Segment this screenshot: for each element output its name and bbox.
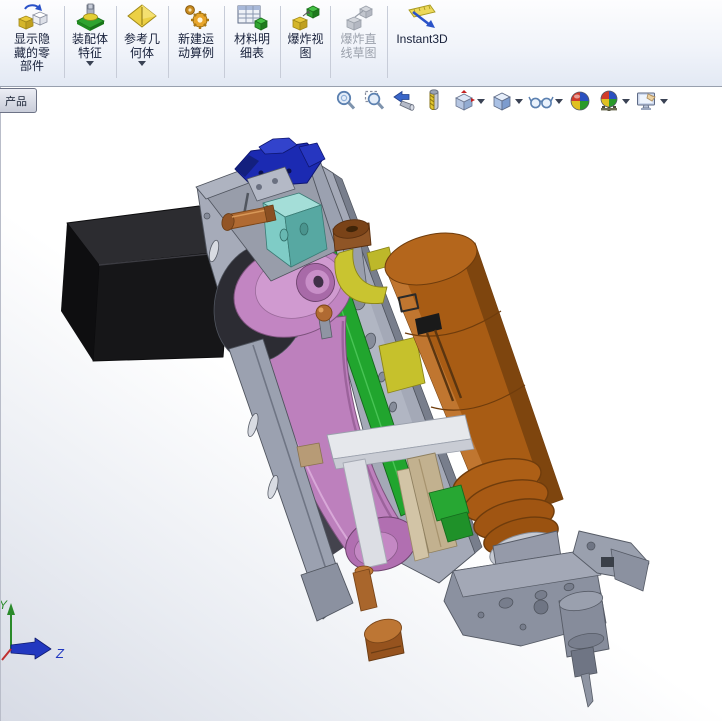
- bill-of-materials-icon: [235, 2, 269, 32]
- button-label: 参考几 何体: [123, 32, 160, 60]
- show-hide-components-button[interactable]: 显示隐 藏的零 部件: [2, 1, 62, 85]
- dropdown-arrow-icon: [555, 98, 563, 104]
- button-label: 爆炸直 线草图: [340, 32, 377, 60]
- explode-line-sketch-button: 爆炸直 线草图: [332, 1, 385, 85]
- previous-view-icon: [393, 90, 415, 111]
- view-settings-button[interactable]: [635, 89, 668, 113]
- headsup-view-toolbar: [334, 89, 668, 113]
- edit-appearance-icon: [570, 91, 590, 111]
- zoom-to-fit-button[interactable]: [334, 89, 358, 113]
- assembly-model[interactable]: Y Z: [1, 87, 722, 721]
- toolbar-separator: [64, 6, 65, 78]
- hide-show-items-button[interactable]: [528, 89, 563, 113]
- dropdown-arrow-icon: [622, 98, 630, 104]
- part-drill-chuck[interactable]: [533, 588, 610, 708]
- dropdown-arrow-icon: [515, 98, 523, 104]
- assembly-features-icon: [73, 2, 107, 32]
- reference-geometry-icon: [125, 2, 159, 32]
- zoom-to-area-icon: [364, 90, 385, 110]
- drill-bit: [580, 672, 594, 708]
- toolbar-separator: [116, 6, 117, 78]
- view-orientation-icon: [455, 90, 475, 111]
- assembly-features-button[interactable]: 装配体 特征: [66, 1, 114, 85]
- triad-y-label: Y: [1, 598, 8, 612]
- dropdown-arrow-icon[interactable]: [138, 61, 146, 66]
- section-view-button[interactable]: [423, 89, 447, 113]
- display-style-button[interactable]: [490, 89, 523, 113]
- part-copper-bolt[interactable]: [352, 565, 405, 662]
- toolbar-separator: [330, 6, 331, 78]
- triad-z-label: Z: [55, 646, 65, 661]
- new-motion-study-button[interactable]: 新建运 动算例: [170, 1, 222, 85]
- instant3d-button[interactable]: Instant3D: [389, 1, 455, 85]
- button-label: 装配体 特征: [71, 32, 108, 60]
- explode-line-sketch-icon: [342, 2, 376, 32]
- previous-view-button[interactable]: [392, 89, 418, 113]
- command-bar: 显示隐 藏的零 部件 装配体 特征 参考几 何体 新建运 动算例 材料明 细表 …: [0, 0, 722, 87]
- document-tab[interactable]: 产品: [0, 88, 37, 113]
- graphics-viewport[interactable]: Y Z: [0, 87, 722, 721]
- toolbar-separator: [387, 6, 388, 78]
- apply-scene-button[interactable]: [597, 89, 630, 113]
- solidworks-window: 显示隐 藏的零 部件 装配体 特征 参考几 何体 新建运 动算例 材料明 细表 …: [0, 0, 722, 721]
- zoom-to-fit-icon: [336, 90, 356, 110]
- button-label: 爆炸视 图: [287, 32, 324, 60]
- zoom-to-area-button[interactable]: [363, 89, 387, 113]
- exploded-view-button[interactable]: 爆炸视 图: [282, 1, 329, 85]
- new-motion-study-icon: [179, 2, 213, 32]
- view-orientation-button[interactable]: [452, 89, 485, 113]
- exploded-view-icon: [289, 2, 323, 32]
- view-settings-icon: [637, 92, 656, 110]
- button-label: 显示隐 藏的零 部件: [13, 32, 50, 73]
- display-style-icon: [493, 92, 511, 111]
- dropdown-arrow-icon[interactable]: [86, 61, 94, 66]
- hide-show-items-icon: [528, 96, 554, 109]
- toolbar-separator: [224, 6, 225, 78]
- edit-appearance-button[interactable]: [568, 89, 592, 113]
- dropdown-arrow-icon: [477, 98, 485, 104]
- button-label: 新建运 动算例: [177, 32, 214, 60]
- toolbar-separator: [280, 6, 281, 78]
- button-label: Instant3D: [396, 32, 448, 46]
- button-label: 材料明 细表: [233, 32, 270, 60]
- orientation-triad: Y Z: [1, 598, 65, 661]
- bill-of-materials-button[interactable]: 材料明 细表: [226, 1, 278, 85]
- dropdown-arrow-icon: [660, 98, 668, 104]
- document-tab-label: 产品: [5, 95, 27, 108]
- toolbar-separator: [168, 6, 169, 78]
- section-view-icon: [429, 89, 439, 111]
- show-hide-components-icon: [15, 2, 49, 32]
- apply-scene-icon: [600, 90, 618, 111]
- instant3d-icon: [405, 2, 439, 32]
- reference-geometry-button[interactable]: 参考几 何体: [118, 1, 166, 85]
